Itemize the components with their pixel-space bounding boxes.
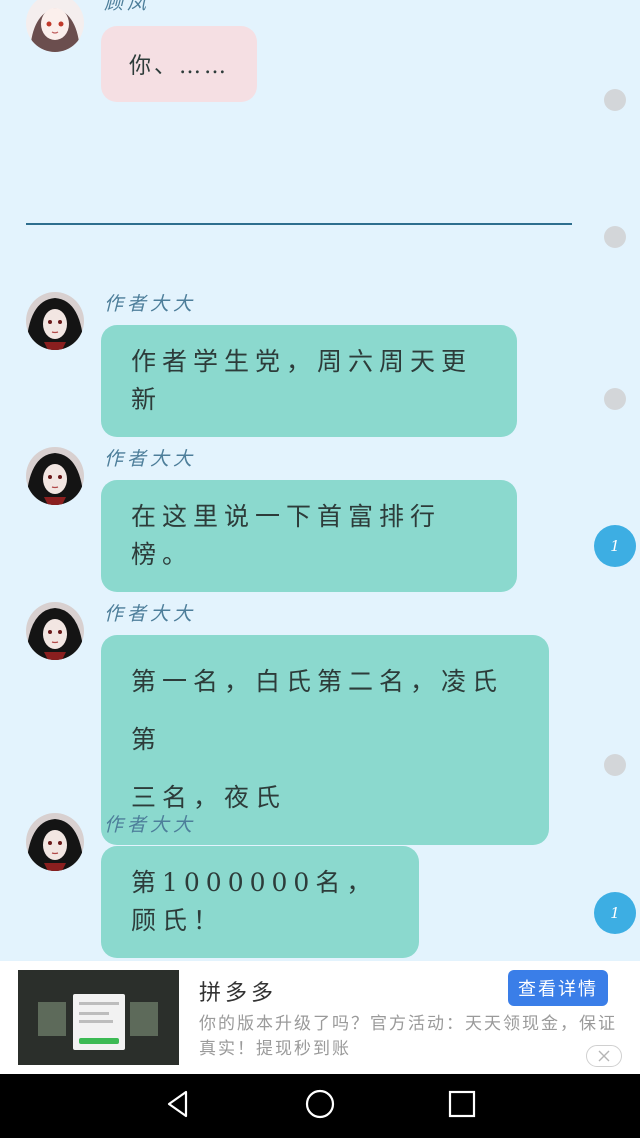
avatar-gufeng[interactable] [26, 0, 84, 52]
ad-title: 拼多多 [199, 981, 278, 1006]
ad-close-button[interactable] [586, 1045, 622, 1067]
unread-count-badge[interactable]: 1 [594, 525, 636, 567]
recents-icon [448, 1090, 476, 1122]
recents-button[interactable] [444, 1088, 480, 1124]
back-icon [163, 1089, 193, 1123]
avatar-author[interactable] [26, 447, 84, 505]
navigation-bar [0, 1074, 640, 1138]
message-bubble[interactable]: 你、…… [101, 26, 258, 102]
ad-description: 你的版本升级了吗？官方活动：天天领现金，保证真实！提现秒到账 [199, 1014, 617, 1059]
message-line: 第一名，白氏第二名，凌氏第 [131, 667, 504, 754]
sender-name: 顾凤 [104, 0, 151, 14]
divider-line [26, 223, 572, 225]
ad-thumbnail[interactable] [18, 970, 179, 1065]
home-icon [304, 1088, 336, 1124]
home-button[interactable] [302, 1088, 338, 1124]
read-indicator-dot [604, 89, 626, 111]
chat-area[interactable]: 顾凤 你、…… 作者大大 作者学生党，周六周天更新 作者大大 在这里说一下首富排… [0, 0, 640, 960]
sender-name: 作者大大 [104, 603, 197, 625]
avatar-author[interactable] [26, 292, 84, 350]
message-bubble[interactable]: 在这里说一下首富排行榜。 [101, 480, 517, 592]
message-bubble[interactable]: 作者学生党，周六周天更新 [101, 325, 517, 437]
ad-banner[interactable]: 拼多多 你的版本升级了吗？官方活动：天天领现金，保证真实！提现秒到账 查看详情 [0, 961, 640, 1074]
avatar-author[interactable] [26, 602, 84, 660]
read-indicator-dot [604, 388, 626, 410]
ad-details-button[interactable]: 查看详情 [508, 970, 608, 1006]
read-indicator-dot [604, 226, 626, 248]
back-button[interactable] [160, 1088, 196, 1124]
sender-name: 作者大大 [104, 448, 197, 470]
sender-name: 作者大大 [104, 814, 197, 836]
message-bubble[interactable]: 第1000000名，顾氏！ [101, 846, 419, 958]
avatar-author[interactable] [26, 813, 84, 871]
unread-count-badge[interactable]: 1 [594, 892, 636, 934]
sender-name: 作者大大 [104, 293, 197, 315]
close-icon [598, 1047, 610, 1066]
read-indicator-dot [604, 754, 626, 776]
